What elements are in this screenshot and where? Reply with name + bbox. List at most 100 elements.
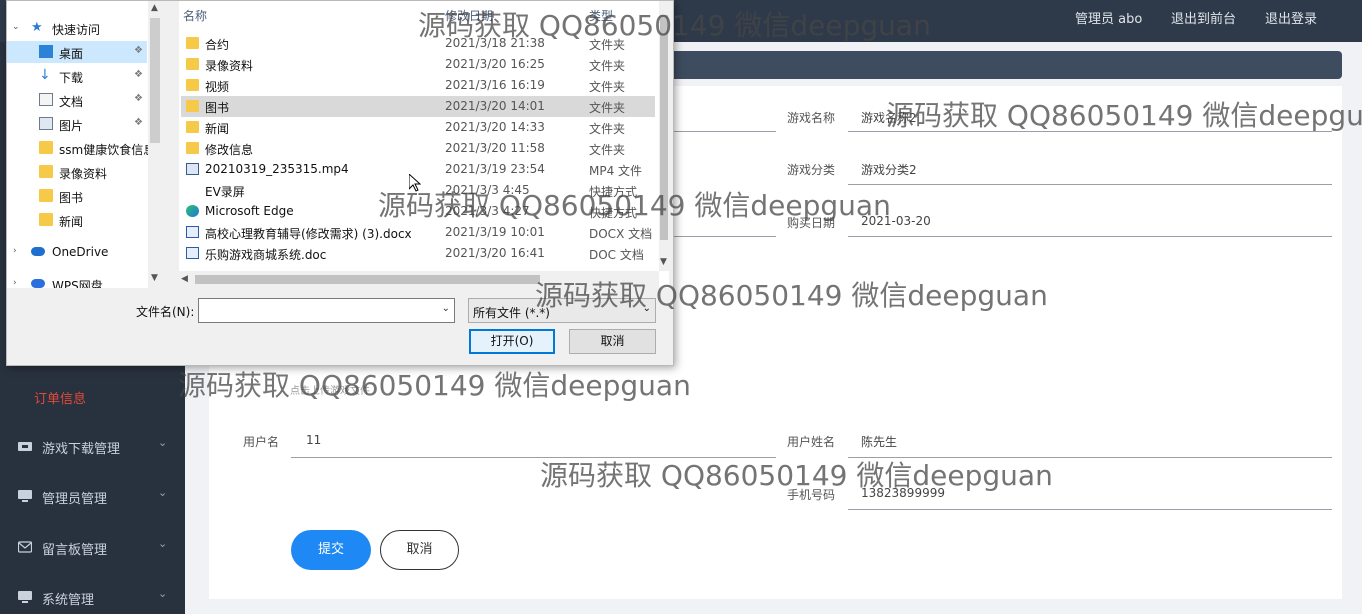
file-row[interactable]: 新闻 2021/3/20 14:33 文件夹 — [181, 117, 655, 138]
nav-item-label: ssm健康饮食信息 — [59, 143, 156, 157]
nav-item-label: 下载 — [59, 71, 84, 85]
file-row[interactable]: 录像资料 2021/3/20 16:25 文件夹 — [181, 54, 655, 75]
file-type: 文件夹 — [589, 101, 626, 115]
admin-user-label: 管理员 abo — [1075, 12, 1143, 27]
desktop-icon — [39, 45, 53, 58]
file-type: DOCX 文档 — [589, 227, 653, 241]
purchase-date-field[interactable]: 2021-03-20 — [861, 214, 931, 228]
game-category-field[interactable]: 游戏分类2 — [861, 161, 917, 178]
file-name: 20210319_235315.mp4 — [205, 162, 349, 176]
scroll-left-icon: ◀ — [181, 274, 188, 284]
nav-item-label: OneDrive — [52, 245, 109, 259]
column-header-type[interactable]: 类型 — [589, 7, 613, 24]
nav-item-downloads[interactable]: ↓ 下载 ❖ — [7, 65, 147, 87]
nav-item-label: 文档 — [59, 95, 84, 109]
file-name: 新闻 — [205, 122, 230, 136]
column-header-name[interactable]: 名称 — [183, 7, 207, 24]
sidebar-item-game-download[interactable]: 游戏下载管理 ⌄ — [0, 422, 185, 472]
nav-scrollbar[interactable]: ▲ ▼ — [148, 1, 162, 288]
game-name-field[interactable]: 游戏名称2 — [861, 109, 917, 126]
nav-quick-access-label: 快速访问 — [52, 23, 101, 37]
cancel-button[interactable]: 取消 — [380, 530, 459, 570]
file-date: 2021/3/20 14:33 — [445, 120, 545, 134]
username-field[interactable]: 11 — [306, 433, 321, 447]
file-type: 快捷方式 — [589, 185, 638, 199]
chevron-down-icon[interactable]: ⌄ — [442, 303, 450, 314]
nav-item-folder[interactable]: 新闻 — [7, 209, 147, 231]
filetype-value: 所有文件 (*.*) — [473, 306, 550, 320]
nav-item-pictures[interactable]: 图片 ❖ — [7, 113, 147, 135]
nav-item-folder[interactable]: 图书 — [7, 185, 147, 207]
field-underline — [291, 457, 776, 458]
nav-item-wps[interactable]: › WPS网盘 — [7, 273, 147, 288]
star-icon: ★ — [31, 20, 43, 35]
chevron-down-icon: ⌄ — [158, 436, 168, 449]
username-label: 用户名 — [243, 435, 280, 449]
dialog-cancel-button[interactable]: 取消 — [569, 329, 656, 354]
nav-item-folder[interactable]: 录像资料 — [7, 161, 147, 183]
file-name: 修改信息 — [205, 143, 254, 157]
file-date: 2021/3/20 11:58 — [445, 141, 545, 155]
file-row[interactable]: 图书 2021/3/20 14:01 文件夹 — [181, 96, 655, 117]
open-button[interactable]: 打开(O) — [469, 329, 555, 354]
folder-icon — [186, 100, 199, 112]
file-list-hscrollbar[interactable]: ◀ — [179, 271, 659, 288]
scrollbar-thumb[interactable] — [660, 15, 668, 240]
nav-item-label: 桌面 — [59, 47, 84, 61]
file-type: 文件夹 — [589, 143, 626, 157]
phone-field[interactable]: 13823899999 — [861, 486, 945, 500]
file-date: 2021/3/20 16:41 — [445, 246, 545, 260]
document-icon — [39, 93, 53, 106]
nav-item-desktop[interactable]: 桌面 ❖ — [7, 41, 147, 63]
chevron-down-icon: ⌄ — [642, 303, 651, 314]
download-icon — [18, 442, 32, 451]
file-row[interactable]: 高校心理教育辅导(修改需求) (3).docx 2021/3/19 10:01 … — [181, 222, 655, 243]
file-row[interactable]: 修改信息 2021/3/20 11:58 文件夹 — [181, 138, 655, 159]
pin-icon: ❖ — [134, 117, 143, 128]
file-type: DOC 文档 — [589, 248, 644, 262]
file-row[interactable]: 乐购游戏商城系统.doc 2021/3/20 16:41 DOC 文档 — [181, 243, 655, 264]
scrollbar-thumb[interactable] — [150, 18, 160, 143]
scrollbar-thumb[interactable] — [195, 275, 540, 284]
folder-icon — [186, 79, 199, 91]
sidebar-item-admin[interactable]: 管理员管理 ⌄ — [0, 472, 185, 522]
file-date: 2021/3/20 14:01 — [445, 99, 545, 113]
shortcut-icon — [186, 184, 199, 196]
nav-quick-access[interactable]: ⌄ ★ 快速访问 — [7, 17, 147, 39]
nav-item-documents[interactable]: 文档 ❖ — [7, 89, 147, 111]
nav-item-folder[interactable]: ssm健康饮食信息 — [7, 137, 155, 159]
logout-link[interactable]: 退出登录 — [1265, 0, 1317, 42]
sidebar-item-system[interactable]: 系统管理 ⌄ — [0, 573, 185, 614]
back-to-front-link[interactable]: 退出到前台 — [1171, 0, 1236, 42]
file-date: 2021/3/19 23:54 — [445, 162, 545, 176]
filename-label: 文件名(N): — [136, 305, 195, 319]
file-row[interactable]: 视频 2021/3/16 16:19 文件夹 — [181, 75, 655, 96]
sidebar-item-order-info[interactable]: 订单信息 — [34, 388, 86, 407]
submit-button[interactable]: 提交 — [291, 530, 371, 570]
file-list-vscrollbar[interactable]: ▼ — [659, 1, 669, 271]
video-file-icon — [186, 163, 199, 175]
file-list-pane: 名称 ˄ 修改日期 类型 合约 2021/3/18 21:38 文件夹 录像资料… — [179, 1, 669, 288]
pin-icon: ❖ — [134, 69, 143, 80]
sidebar-item-message-board[interactable]: 留言板管理 ⌄ — [0, 523, 185, 573]
file-name: 乐购游戏商城系统.doc — [205, 248, 327, 262]
file-name: 录像资料 — [205, 59, 254, 73]
filename-input[interactable]: ⌄ — [198, 298, 455, 323]
cloud-icon — [31, 247, 45, 256]
realname-field[interactable]: 陈先生 — [861, 433, 897, 450]
nav-item-onedrive[interactable]: › OneDrive — [7, 241, 147, 263]
sidebar-item-label: 系统管理 — [42, 593, 95, 608]
nav-item-label: 新闻 — [59, 215, 84, 229]
mail-icon — [18, 541, 32, 553]
filetype-select[interactable]: 所有文件 (*.*) ⌄ — [468, 298, 656, 323]
sidebar-item-label: 游戏下载管理 — [42, 442, 121, 457]
upload-game-file-link[interactable]: 点击上传游戏文件 — [290, 382, 370, 397]
file-name: EV录屏 — [205, 185, 245, 199]
folder-icon — [39, 213, 53, 226]
chevron-down-icon: ⌄ — [12, 22, 20, 32]
file-row[interactable]: 合约 2021/3/18 21:38 文件夹 — [181, 33, 655, 54]
file-row[interactable]: Microsoft Edge 2021/3/3 4:27 快捷方式 — [181, 201, 655, 222]
sidebar-item-label: 管理员管理 — [42, 492, 108, 507]
column-header-date[interactable]: 修改日期 — [445, 7, 493, 24]
game-category-label: 游戏分类 — [787, 163, 836, 177]
